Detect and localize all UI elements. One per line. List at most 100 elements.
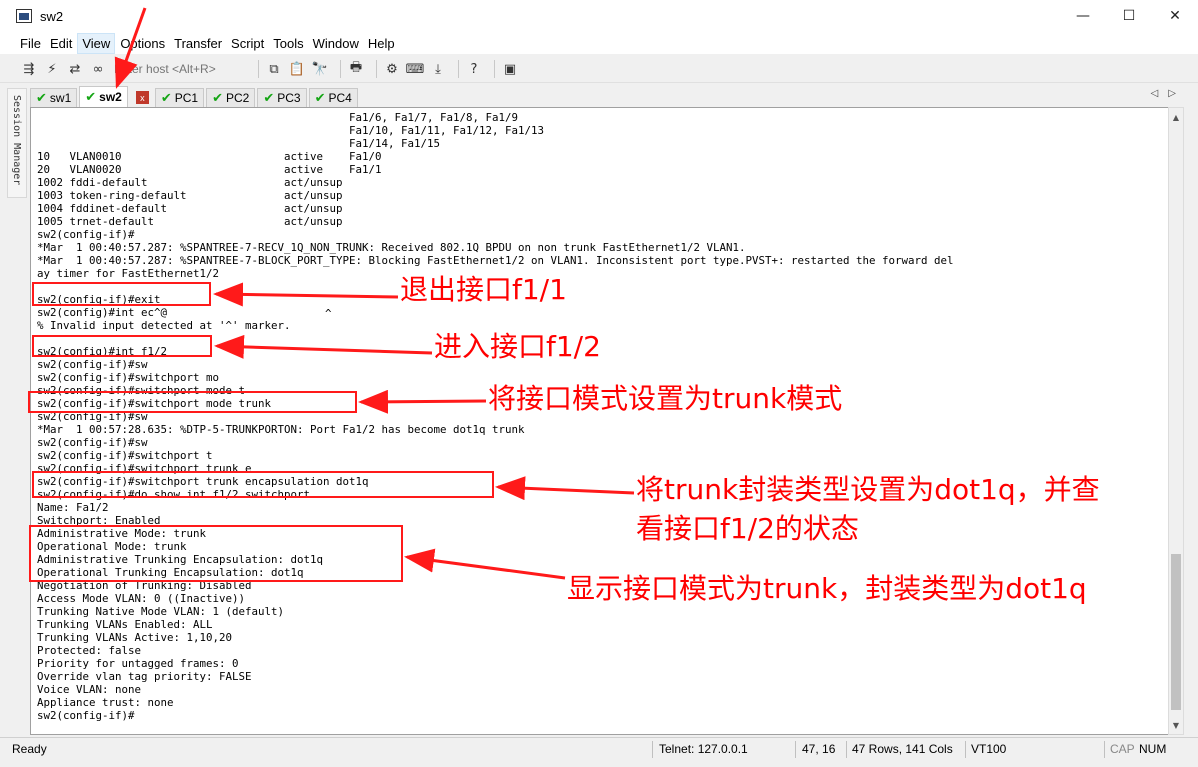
- status-divider: [795, 741, 796, 758]
- status-num-lock: NUM: [1139, 742, 1167, 756]
- toolbar-separator: [376, 60, 377, 78]
- menu-tools[interactable]: Tools: [269, 34, 307, 53]
- scroll-thumb[interactable]: [1171, 554, 1181, 710]
- tab-label: PC2: [226, 91, 250, 105]
- terminal-line: Voice VLAN: none: [37, 683, 142, 696]
- help-icon[interactable]: ?: [465, 60, 483, 78]
- terminal-line: Protected: false: [37, 644, 142, 657]
- terminal-line: *Mar 1 00:40:57.287: %SPANTREE-7-RECV_1Q…: [37, 241, 746, 254]
- highlight-exit-command: [32, 282, 211, 306]
- securecrt-app-icon: [16, 9, 32, 23]
- scroll-up-icon[interactable]: ▲: [1169, 110, 1183, 124]
- terminal-output: Fa1/6, Fa1/7, Fa1/8, Fa1/9 Fa1/10, Fa1/1…: [37, 111, 954, 722]
- tab-pc3[interactable]: ✔ PC3: [257, 88, 307, 107]
- copy-icon[interactable]: ⧉: [265, 60, 283, 78]
- find-icon[interactable]: 🔭: [311, 60, 329, 78]
- terminal-line: Trunking Native Mode VLAN: 1 (default): [37, 605, 285, 618]
- session-tab-bar: ✔ sw1 ✔ sw2 x ✔ PC1 ✔ PC2 ✔ PC3 ✔ PC4 ◁▷: [30, 86, 1198, 107]
- annotation-result: 显示接口模式为trunk，封装类型为dot1q: [567, 572, 1087, 605]
- screen-icon[interactable]: ▣: [501, 60, 519, 78]
- menu-edit[interactable]: Edit: [46, 34, 76, 53]
- annotation-encap-line1: 将trunk封装类型设置为dot1q，并查: [636, 473, 1100, 506]
- tab-label: PC1: [174, 91, 199, 105]
- sftp-icon[interactable]: ⤓: [429, 60, 447, 78]
- status-ready: Ready: [12, 742, 47, 756]
- tab-label: sw1: [49, 91, 72, 105]
- connected-check-icon: ✔: [36, 90, 47, 106]
- status-divider: [846, 741, 847, 758]
- terminal-line: 20 VLAN0020 active Fa1/1: [37, 163, 382, 176]
- connected-check-icon: ✔: [263, 90, 275, 106]
- window-controls: — ☐ ✕: [1060, 0, 1198, 32]
- menu-transfer[interactable]: Transfer: [170, 34, 226, 53]
- caret-marker: ^: [325, 307, 332, 320]
- terminal-line: Override vlan tag priority: FALSE: [37, 670, 252, 683]
- host-input[interactable]: [112, 59, 252, 79]
- status-bar: Ready Telnet: 127.0.0.1 47, 16 47 Rows, …: [0, 737, 1198, 761]
- status-terminal-size: 47 Rows, 141 Cols: [852, 742, 953, 756]
- minimize-button[interactable]: —: [1060, 0, 1106, 32]
- terminal-line: Trunking VLANs Enabled: ALL: [37, 618, 213, 631]
- menu-view[interactable]: View: [77, 32, 116, 54]
- menu-file[interactable]: File: [16, 34, 45, 53]
- terminal-scrollbar[interactable]: ▲ ▼: [1168, 107, 1184, 735]
- tab-label: PC4: [328, 91, 352, 105]
- menu-script[interactable]: Script: [227, 34, 268, 53]
- disconnect-icon[interactable]: ∞: [89, 60, 107, 78]
- scroll-down-icon[interactable]: ▼: [1169, 718, 1183, 732]
- keymap-icon[interactable]: ⌨: [406, 60, 425, 78]
- menu-help[interactable]: Help: [364, 34, 399, 53]
- annotation-enter: 进入接口f1/2: [434, 330, 601, 363]
- status-connection: Telnet: 127.0.0.1: [659, 742, 748, 756]
- terminal-area[interactable]: Fa1/6, Fa1/7, Fa1/8, Fa1/9 Fa1/10, Fa1/1…: [30, 107, 1184, 735]
- highlight-encapsulation-command: [32, 471, 494, 498]
- tab-pc2[interactable]: ✔ PC2: [206, 88, 256, 107]
- status-cursor-position: 47, 16: [802, 742, 836, 756]
- session-manager-tab[interactable]: Session Manager: [7, 88, 27, 198]
- terminal-line: *Mar 1 00:57:28.635: %DTP-5-TRUNKPORTON:…: [37, 423, 525, 436]
- connected-check-icon: ✔: [85, 89, 97, 105]
- terminal-line: sw2(config-if)#sw: [37, 436, 148, 449]
- toolbar-separator: [458, 60, 459, 78]
- tab-label: PC3: [277, 91, 301, 105]
- quick-connect-icon[interactable]: ⚡: [43, 60, 61, 78]
- toolbar: ⇶ ⚡ ⇄ ∞ ⧉ 📋 🔭 🖶 ⚙ ⌨ ⤓ ? ▣: [0, 56, 1198, 83]
- status-divider: [652, 741, 653, 758]
- close-tab-icon[interactable]: x: [135, 91, 149, 104]
- tab-sw2[interactable]: ✔ sw2: [79, 86, 128, 107]
- terminal-line: Fa1/14, Fa1/15: [37, 137, 441, 150]
- terminal-line: Trunking VLANs Active: 1,10,20: [37, 631, 233, 644]
- status-emulation: VT100: [971, 742, 1007, 756]
- reconnect-icon[interactable]: ⇄: [66, 60, 84, 78]
- highlight-trunk-status: [29, 525, 403, 582]
- terminal-line: 1002 fddi-default act/unsup: [37, 176, 343, 189]
- terminal-line: 1005 trnet-default act/unsup: [37, 215, 343, 228]
- toolbar-separator: [258, 60, 259, 78]
- close-button[interactable]: ✕: [1152, 0, 1198, 32]
- tab-label: sw2: [99, 90, 122, 104]
- paste-icon[interactable]: 📋: [288, 60, 306, 78]
- tab-pc1[interactable]: ✔ PC1: [154, 88, 205, 107]
- menu-window[interactable]: Window: [309, 34, 363, 53]
- window-title: sw2: [40, 8, 64, 24]
- highlight-mode-trunk-command: [28, 391, 357, 413]
- maximize-button[interactable]: ☐: [1106, 0, 1152, 32]
- terminal-line: sw2(config)#int ec^@: [37, 306, 168, 319]
- terminal-line: 1004 fddinet-default act/unsup: [37, 202, 343, 215]
- settings-gear-icon[interactable]: ⚙: [383, 60, 401, 78]
- terminal-line: 10 VLAN0010 active Fa1/0: [37, 150, 382, 163]
- tab-sw1[interactable]: ✔ sw1: [30, 88, 78, 107]
- annotation-encap-line2: 看接口f1/2的状态: [636, 512, 859, 545]
- toolbar-separator: [494, 60, 495, 78]
- menu-options[interactable]: Options: [116, 34, 169, 53]
- print-icon[interactable]: 🖶: [347, 60, 365, 78]
- connected-check-icon: ✔: [314, 90, 326, 106]
- status-divider: [965, 741, 966, 758]
- tab-pc4[interactable]: ✔ PC4: [308, 88, 358, 107]
- connect-icon[interactable]: ⇶: [20, 60, 38, 78]
- terminal-line: Appliance trust: none: [37, 696, 174, 709]
- tab-scroll-arrows-icon[interactable]: ◁▷: [1151, 88, 1186, 99]
- terminal-line: *Mar 1 00:40:57.287: %SPANTREE-7-BLOCK_P…: [37, 254, 954, 267]
- highlight-int-f12-command: [32, 335, 212, 357]
- menu-bar: File Edit View Options Transfer Script T…: [0, 32, 1198, 54]
